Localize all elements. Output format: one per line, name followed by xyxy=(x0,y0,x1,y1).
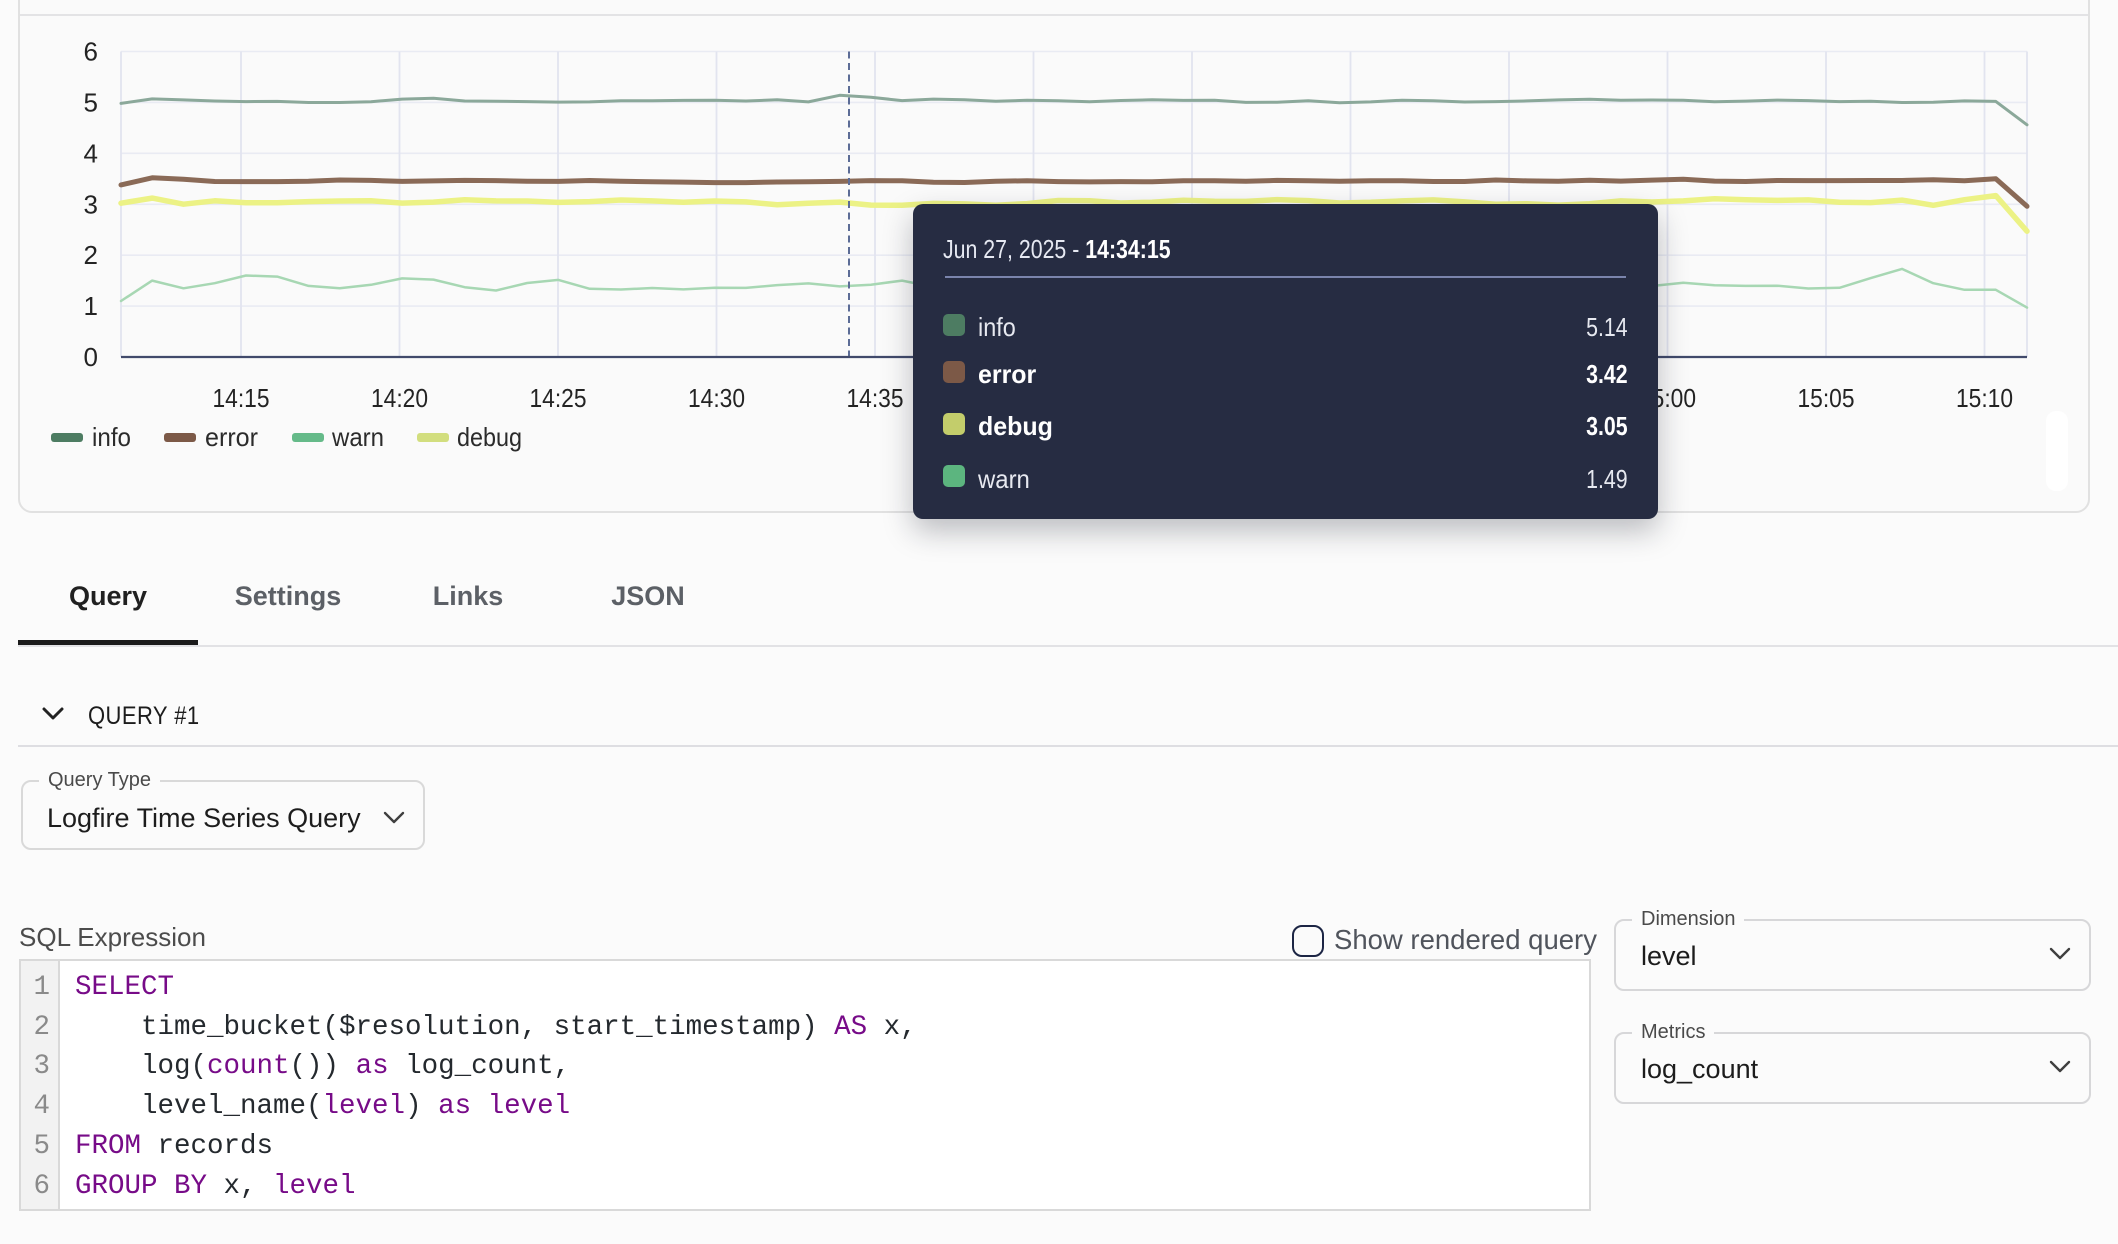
svg-text:15:10: 15:10 xyxy=(1956,383,2013,413)
svg-text:3: 3 xyxy=(84,189,98,219)
svg-text:6: 6 xyxy=(84,37,98,67)
svg-text:14:15: 14:15 xyxy=(213,383,270,413)
svg-text:15:05: 15:05 xyxy=(1798,383,1855,413)
svg-text:14:25: 14:25 xyxy=(530,383,587,413)
svg-text:4: 4 xyxy=(84,138,98,168)
svg-text:info: info xyxy=(92,422,131,452)
svg-text:warn: warn xyxy=(331,422,384,452)
svg-text:14:35: 14:35 xyxy=(847,383,904,413)
svg-text:error: error xyxy=(205,422,258,452)
svg-text:5: 5 xyxy=(84,87,98,117)
svg-text:0: 0 xyxy=(84,342,98,372)
svg-text:1: 1 xyxy=(84,291,98,321)
svg-text:14:20: 14:20 xyxy=(371,383,428,413)
svg-text:2: 2 xyxy=(84,240,98,270)
svg-text:14:30: 14:30 xyxy=(688,383,745,413)
svg-text:debug: debug xyxy=(457,422,522,452)
